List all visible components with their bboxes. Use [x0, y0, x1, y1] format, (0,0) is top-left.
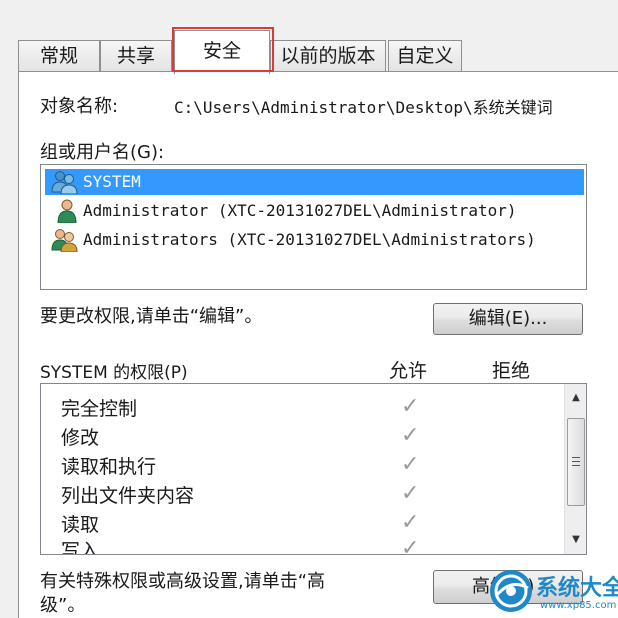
allow-check-icon: ✓ [401, 481, 420, 506]
tab-customize[interactable]: 自定义 [388, 40, 462, 72]
list-item-label: SYSTEM [83, 172, 141, 191]
permissions-list[interactable]: 完全控制 ✓ 修改 ✓ 读取和执行 ✓ 列出文件夹内容 ✓ 读取 ✓ 写入 ✓ … [40, 383, 587, 555]
edit-hint: 要更改权限,请单击“编辑”。 [40, 306, 263, 327]
list-item-label: Administrators (XTC-20131027DEL\Administ… [83, 230, 536, 249]
advanced-hint-line1: 有关特殊权限或高级设置,请单击“高 [40, 571, 326, 592]
tab-general[interactable]: 常规 [18, 40, 100, 72]
scrollbar-thumb[interactable] [567, 418, 585, 506]
site-watermark: 系统大全 www.xp85.com [486, 566, 618, 618]
advanced-hint-line2: 级”。 [40, 595, 86, 616]
scroll-up-arrow-icon[interactable]: ▲ [565, 388, 586, 408]
allow-header: 允许 [389, 360, 428, 382]
permission-row: 写入 ✓ [41, 534, 561, 555]
group-users-icon [51, 229, 78, 252]
watermark-logo-icon [490, 570, 532, 612]
group-users-icon [51, 171, 78, 194]
permission-name: 列出文件夹内容 [61, 485, 195, 507]
list-item-administrator[interactable]: Administrator (XTC-20131027DEL\Administr… [45, 198, 584, 224]
allow-check-icon: ✓ [401, 423, 420, 448]
allow-check-icon: ✓ [401, 394, 420, 419]
permission-name: 写入 [61, 540, 100, 555]
permissions-scrollbar[interactable]: ▲ ▼ [564, 384, 586, 554]
object-name-label: 对象名称: [40, 96, 119, 117]
permission-row: 读取 ✓ [41, 508, 561, 537]
allow-check-icon: ✓ [401, 510, 420, 535]
permission-row: 修改 ✓ [41, 421, 561, 450]
deny-header: 拒绝 [492, 360, 531, 382]
list-item-system[interactable]: SYSTEM [45, 169, 584, 195]
tab-previous-versions[interactable]: 以前的版本 [270, 40, 386, 72]
list-item-label: Administrator (XTC-20131027DEL\Administr… [83, 201, 517, 220]
permission-row: 读取和执行 ✓ [41, 450, 561, 479]
permission-name: 完全控制 [61, 398, 138, 420]
list-item-administrators[interactable]: Administrators (XTC-20131027DEL\Administ… [45, 227, 584, 253]
permission-name: 修改 [61, 427, 100, 449]
object-name-value: C:\Users\Administrator\Desktop\系统关键词 [174, 98, 553, 117]
permission-row: 完全控制 ✓ [41, 392, 561, 421]
scroll-down-arrow-icon[interactable]: ▼ [565, 530, 586, 550]
group-user-list[interactable]: SYSTEM Administrator (XTC-20131027DEL\Ad… [40, 164, 587, 290]
permission-name: 读取和执行 [61, 456, 157, 478]
properties-dialog: 常规 共享 安全 以前的版本 自定义 对象名称: C:\Users\Admini… [0, 0, 618, 618]
watermark-title: 系统大全 [536, 576, 618, 601]
permission-row: 列出文件夹内容 ✓ [41, 479, 561, 508]
allow-check-icon: ✓ [401, 452, 420, 477]
permission-name: 读取 [61, 514, 100, 536]
tab-security[interactable]: 安全 [174, 30, 270, 74]
permissions-label: SYSTEM 的权限(P) [40, 363, 188, 383]
edit-button[interactable]: 编辑(E)... [433, 303, 583, 335]
tab-sharing[interactable]: 共享 [100, 40, 172, 72]
groups-label: 组或用户名(G): [40, 142, 165, 163]
user-icon [57, 199, 77, 223]
allow-check-icon: ✓ [401, 536, 420, 555]
watermark-url: www.xp85.com [540, 600, 617, 611]
